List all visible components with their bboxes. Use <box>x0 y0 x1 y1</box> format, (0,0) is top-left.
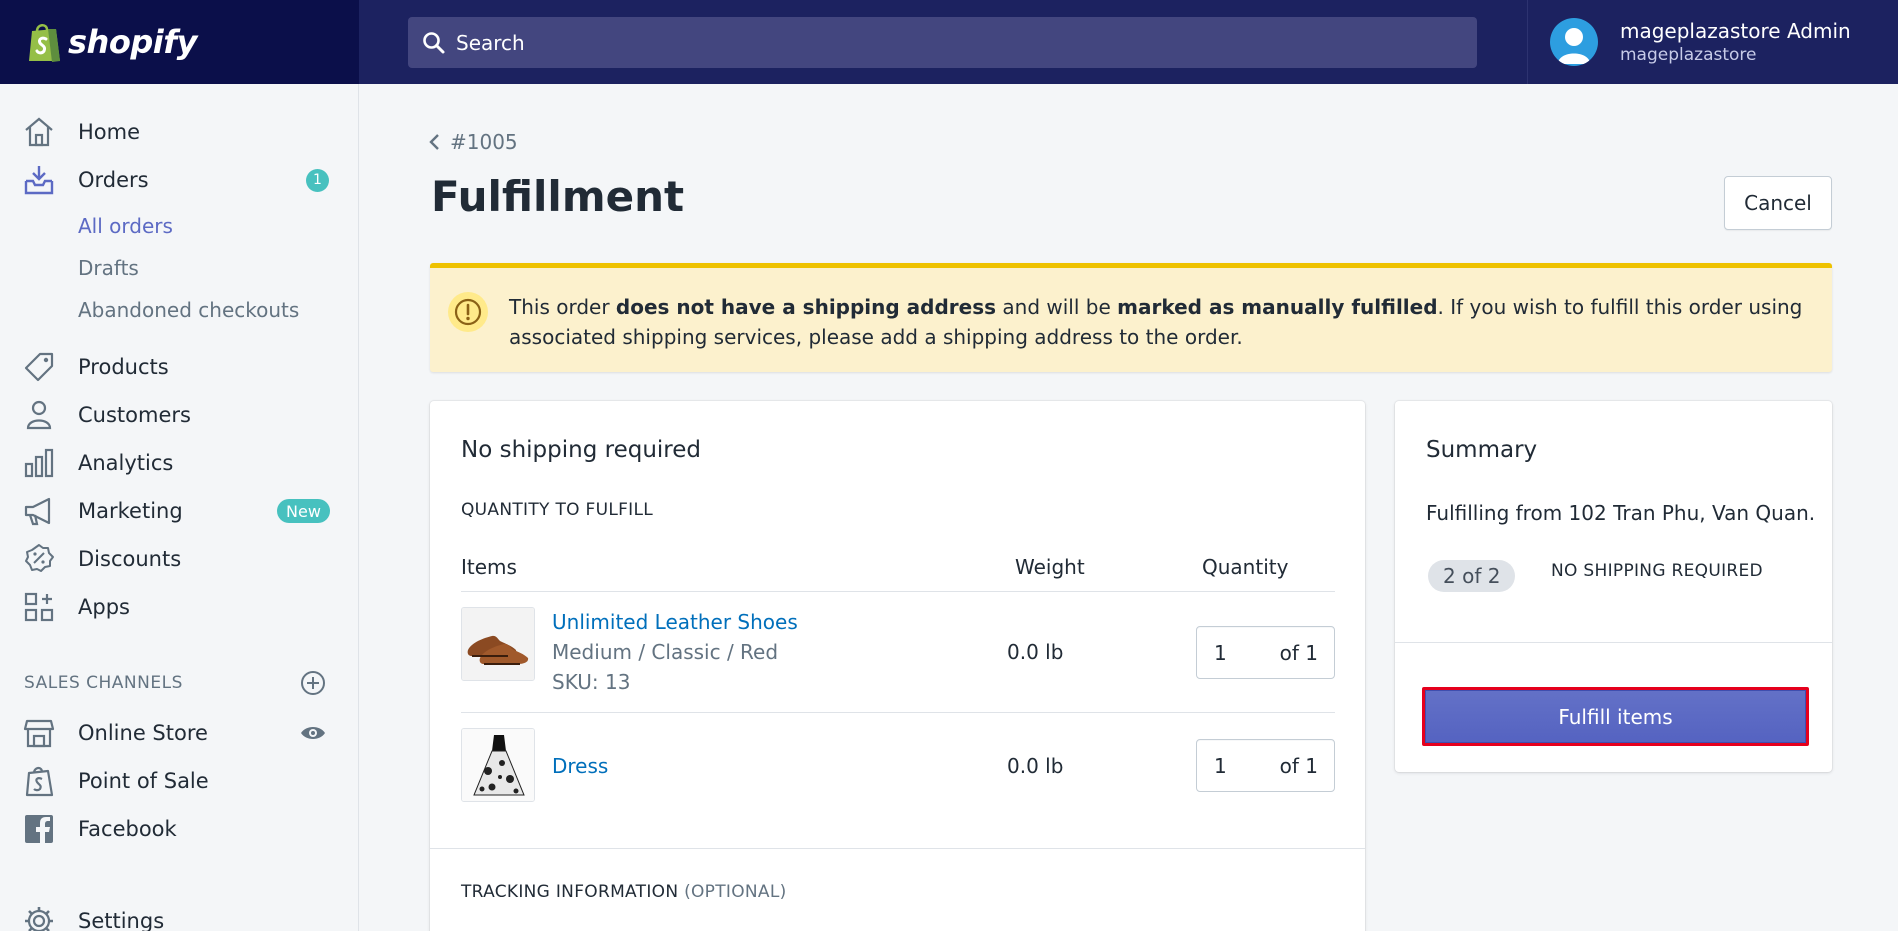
warning-banner: This order does not have a shipping addr… <box>430 263 1832 372</box>
column-header-items: Items <box>461 555 517 579</box>
banner-message: This order does not have a shipping addr… <box>509 295 1803 349</box>
shopify-bag-icon <box>29 24 60 62</box>
quantity-value: 1 <box>1214 641 1227 665</box>
search-input[interactable]: Search <box>408 17 1477 68</box>
sidebar-item-apps[interactable]: Apps <box>0 585 359 629</box>
quantity-input[interactable]: 1 of 1 <box>1196 739 1335 792</box>
add-sales-channel-icon[interactable] <box>300 670 326 696</box>
sidebar-item-discounts[interactable]: Discounts <box>0 537 359 581</box>
fulfill-count-badge: 2 of 2 <box>1428 560 1516 592</box>
product-thumbnail-dress[interactable] <box>461 728 535 802</box>
user-store: mageplazastore <box>1620 45 1757 65</box>
sidebar-item-label: Home <box>78 120 141 144</box>
product-thumbnail-shoes[interactable] <box>461 607 535 681</box>
sidebar-item-label: Online Store <box>78 721 208 745</box>
orders-icon <box>24 166 54 195</box>
top-bar: shopify Search mageplazastore Admin mage… <box>0 0 1898 84</box>
sidebar-item-label: Facebook <box>78 817 177 841</box>
section-divider <box>430 848 1365 849</box>
summary-title: Summary <box>1426 437 1538 463</box>
pos-bag-icon <box>25 766 54 797</box>
facebook-icon <box>25 815 53 843</box>
sidebar-item-label: Analytics <box>78 451 174 475</box>
brand-name: shopify <box>68 23 197 61</box>
breadcrumb-back[interactable]: #1005 <box>428 130 518 154</box>
sidebar-item-label: Products <box>78 355 169 379</box>
fulfillment-card: No shipping required QUANTITY TO FULFILL… <box>430 401 1365 931</box>
sidebar-item-label: Discounts <box>78 547 182 571</box>
user-menu[interactable]: mageplazastore Admin mageplazastore <box>1527 0 1898 84</box>
quantity-value: 1 <box>1214 754 1227 778</box>
section-divider <box>1395 642 1832 643</box>
sidebar-item-marketing[interactable]: Marketing New <box>0 489 359 533</box>
breadcrumb-label: #1005 <box>450 130 518 154</box>
card-title: No shipping required <box>461 437 701 463</box>
sidebar-item-label: Marketing <box>78 499 183 523</box>
fulfill-items-button[interactable]: Fulfill items <box>1422 687 1809 746</box>
sidebar-item-products[interactable]: Products <box>0 345 359 389</box>
sidebar-item-settings[interactable]: Settings <box>0 899 359 931</box>
sidebar-item-analytics[interactable]: Analytics <box>0 441 359 485</box>
sidebar-item-orders[interactable]: Orders 1 <box>0 158 359 202</box>
store-icon <box>23 719 55 748</box>
search-placeholder: Search <box>456 30 525 55</box>
sidebar-item-online-store[interactable]: Online Store <box>0 711 359 755</box>
megaphone-icon <box>24 497 51 526</box>
cancel-button[interactable]: Cancel <box>1724 176 1832 230</box>
apps-icon <box>24 592 54 622</box>
quantity-of: of 1 <box>1279 754 1318 778</box>
warning-icon <box>448 292 488 332</box>
item-variant: Medium / Classic / Red <box>552 640 779 664</box>
logo[interactable]: shopify <box>0 0 359 84</box>
sidebar-item-label: Orders <box>78 168 149 192</box>
sidebar-item-label: Customers <box>78 403 191 427</box>
sidebar-item-customers[interactable]: Customers <box>0 393 359 437</box>
person-icon <box>26 400 52 430</box>
row-divider <box>461 591 1335 592</box>
orders-count-badge: 1 <box>306 168 329 192</box>
column-header-weight: Weight <box>1015 555 1085 579</box>
sidebar-item-label: Settings <box>78 909 165 931</box>
sidebar-subitem-all-orders[interactable]: All orders <box>78 214 173 238</box>
sidebar-subitem-abandoned-checkouts[interactable]: Abandoned checkouts <box>78 298 299 322</box>
column-header-quantity: Quantity <box>1202 555 1289 579</box>
quantity-heading: QUANTITY TO FULFILL <box>461 500 654 520</box>
sales-channels-heading: SALES CHANNELS <box>24 673 183 693</box>
item-sku: SKU: 13 <box>552 670 631 694</box>
quantity-input[interactable]: 1 of 1 <box>1196 626 1335 679</box>
discount-icon <box>25 544 54 572</box>
tracking-heading: TRACKING INFORMATION (OPTIONAL) <box>461 882 787 902</box>
sidebar-item-label: Apps <box>78 595 130 619</box>
sidebar-item-label: Point of Sale <box>78 769 209 793</box>
item-weight: 0.0 lb <box>1007 754 1064 778</box>
tag-icon <box>24 352 54 382</box>
row-divider <box>461 712 1335 713</box>
quantity-of: of 1 <box>1279 641 1318 665</box>
summary-card: Summary Fulfilling from 102 Tran Phu, Va… <box>1395 401 1832 772</box>
item-weight: 0.0 lb <box>1007 640 1064 664</box>
sidebar-subitem-drafts[interactable]: Drafts <box>78 256 139 280</box>
eye-icon[interactable] <box>300 724 326 742</box>
chevron-left-icon <box>429 134 439 150</box>
sidebar: Home Orders 1 All orders Drafts Abandone… <box>0 84 359 931</box>
sidebar-item-facebook[interactable]: Facebook <box>0 807 359 851</box>
fulfill-items-label: Fulfill items <box>1425 690 1806 743</box>
search-icon <box>423 31 445 53</box>
page-title: Fulfillment <box>431 172 685 221</box>
gear-icon <box>25 907 53 931</box>
avatar <box>1550 18 1598 66</box>
home-icon <box>25 117 53 147</box>
item-link-dress[interactable]: Dress <box>552 754 608 778</box>
fulfilling-from-text: Fulfilling from 102 Tran Phu, Van Quan. <box>1426 501 1816 525</box>
sidebar-item-home[interactable]: Home <box>0 110 359 154</box>
shipping-status: NO SHIPPING REQUIRED <box>1551 561 1763 581</box>
user-name: mageplazastore Admin <box>1620 19 1851 43</box>
new-badge: New <box>277 499 330 523</box>
bar-chart-icon <box>24 448 54 478</box>
sidebar-item-point-of-sale[interactable]: Point of Sale <box>0 759 359 803</box>
item-link-unlimited-leather-shoes[interactable]: Unlimited Leather Shoes <box>552 610 798 634</box>
